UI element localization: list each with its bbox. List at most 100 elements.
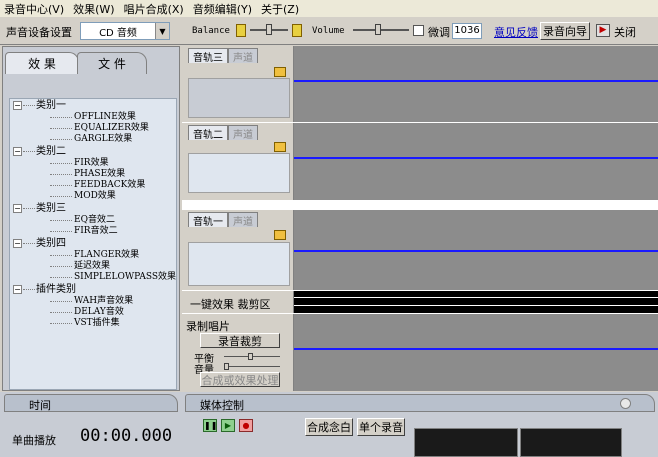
chevron-down-icon[interactable]: ▼ [155, 23, 169, 39]
tree-category[interactable]: 类别三 [36, 203, 66, 214]
tree-item[interactable]: FIR效果 [74, 158, 109, 169]
tab-files-label: 文 件 [98, 57, 126, 71]
tree-item[interactable]: EQ音效二 [74, 215, 115, 226]
track-2-info [188, 153, 290, 193]
record-line [294, 348, 658, 350]
track-3-tab[interactable]: 音轨三 [188, 48, 228, 64]
track-3-waveform[interactable] [294, 46, 658, 122]
record-volume-thumb[interactable] [224, 363, 229, 370]
speaker-right-icon [292, 24, 302, 37]
tree-category[interactable]: 类别二 [36, 146, 66, 157]
tree-connector [50, 323, 72, 324]
track-2-header: 音轨二 声道 [182, 123, 294, 200]
fine-tune-input[interactable]: 1036 [452, 23, 482, 39]
tree-category[interactable]: 类别四 [36, 238, 66, 249]
tab-files[interactable]: 文 件 [77, 52, 147, 74]
record-volume-slider[interactable] [224, 363, 280, 370]
track-3-line [294, 80, 658, 82]
tree-item[interactable]: FEEDBACK效果 [74, 180, 145, 191]
record-icon[interactable]: ● [239, 419, 253, 432]
tree-category[interactable]: 插件类别 [36, 284, 76, 295]
tree-expander-icon[interactable]: − [13, 147, 22, 156]
track-2-channel-tab[interactable]: 声道 [228, 125, 258, 141]
tree-item[interactable]: FIR音效二 [74, 226, 118, 237]
balance-slider-thumb[interactable] [266, 24, 272, 35]
tree-item[interactable]: FLANGER效果 [74, 250, 139, 261]
tree-connector [50, 266, 72, 267]
tree-item[interactable]: OFFLINE效果 [74, 112, 136, 123]
tree-connector [50, 139, 72, 140]
cut-area[interactable] [294, 291, 658, 313]
tree-item[interactable]: GARGLE效果 [74, 134, 132, 145]
tree-item[interactable]: MOD效果 [74, 191, 116, 202]
burn-button[interactable]: 合成念白 [305, 418, 353, 436]
record-panel: 录制唱片 录音裁剪 平衡 音量 合成或效果处理 [182, 314, 294, 391]
folder-icon[interactable] [274, 230, 286, 240]
balance-slider[interactable] [250, 24, 288, 35]
close-icon[interactable]: ▶ [596, 24, 610, 37]
tree-item[interactable]: 延迟效果 [74, 261, 110, 272]
record-cut-button[interactable]: 录音裁剪 [200, 333, 280, 348]
speaker-left-icon [236, 24, 246, 37]
tree-connector [50, 312, 72, 313]
device-select[interactable]: CD 音频 ▼ [80, 22, 170, 40]
menu-about[interactable]: 关于(Z) [261, 1, 299, 17]
track-1-channel-tab[interactable]: 声道 [228, 212, 258, 228]
menu-effects[interactable]: 效果(W) [73, 1, 114, 17]
tree-expander-icon[interactable]: − [13, 101, 22, 110]
tree-connector [50, 196, 72, 197]
fine-tune-checkbox[interactable] [413, 25, 424, 36]
track-3-header: 音轨三 声道 [182, 46, 294, 122]
volume-slider[interactable] [353, 24, 409, 35]
feedback-link[interactable]: 意见反馈 [494, 24, 538, 40]
menu-record-center[interactable]: 录音中心(V) [4, 1, 64, 17]
track-1-waveform[interactable] [294, 210, 658, 290]
track-2-tab[interactable]: 音轨二 [188, 125, 228, 141]
level-meter-right [520, 428, 622, 457]
tree-connector [23, 208, 35, 209]
level-meter-left [414, 428, 518, 457]
tree-connector [50, 174, 72, 175]
tree-item[interactable]: VST插件集 [74, 318, 120, 329]
folder-icon[interactable] [274, 142, 286, 152]
cut-area-line [294, 305, 658, 306]
record-waveform[interactable] [294, 314, 658, 391]
record-wizard-button[interactable]: 录音向导 [540, 22, 590, 40]
device-settings-label: 声音设备设置 [6, 26, 72, 39]
media-panel-header: 媒体控制 [185, 394, 655, 412]
pause-icon[interactable]: ❚❚ [203, 419, 217, 432]
tree-expander-icon[interactable]: − [13, 285, 22, 294]
track-3-channel-tab[interactable]: 声道 [228, 48, 258, 64]
balance-label: Balance [192, 26, 230, 36]
tree-item[interactable]: WAH声音效果 [74, 296, 133, 307]
folder-icon[interactable] [274, 67, 286, 77]
single-play-label: 单曲播放 [12, 434, 56, 447]
tab-effects[interactable]: 效 果 [5, 52, 79, 74]
tree-connector [50, 163, 72, 164]
tree-item[interactable]: PHASE效果 [74, 169, 125, 180]
tree-category[interactable]: 类别一 [36, 100, 66, 111]
single-record-button[interactable]: 单个录音 [357, 418, 405, 436]
tree-connector [50, 185, 72, 186]
tree-item[interactable]: EQUALIZER效果 [74, 123, 149, 134]
tree-connector [50, 220, 72, 221]
tree-item[interactable]: DELAY音效 [74, 307, 124, 318]
tree-expander-icon[interactable]: − [13, 239, 22, 248]
menu-bar: 录音中心(V) 效果(W) 唱片合成(X) 音频编辑(Y) 关于(Z) [0, 0, 658, 17]
record-balance-slider[interactable] [224, 353, 280, 360]
record-balance-thumb[interactable] [248, 353, 253, 360]
close-button[interactable]: 关闭 [614, 24, 636, 40]
collapse-icon[interactable] [620, 398, 631, 409]
track-1-tab[interactable]: 音轨一 [188, 212, 228, 228]
effects-bar-label: 一键效果 裁剪区 [182, 291, 294, 313]
tree-expander-icon[interactable]: − [13, 204, 22, 213]
toolbar: 声音设备设置 CD 音频 ▼ Balance Volume 微调 1036 意见… [0, 17, 658, 45]
left-panel: 效 果 文 件 − 类别一 OFFLINE效果 EQUALIZER效果 GARGLE效果… [2, 46, 180, 391]
menu-audio-edit[interactable]: 音频编辑(Y) [193, 1, 252, 17]
play-icon[interactable]: ▶ [221, 419, 235, 432]
volume-slider-thumb[interactable] [375, 24, 381, 35]
tree-item[interactable]: SIMPLELOWPASS效果 [74, 272, 176, 283]
menu-disc-compose[interactable]: 唱片合成(X) [124, 1, 184, 17]
mix-process-button[interactable]: 合成或效果处理 [200, 372, 280, 387]
track-2-waveform[interactable] [294, 123, 658, 200]
